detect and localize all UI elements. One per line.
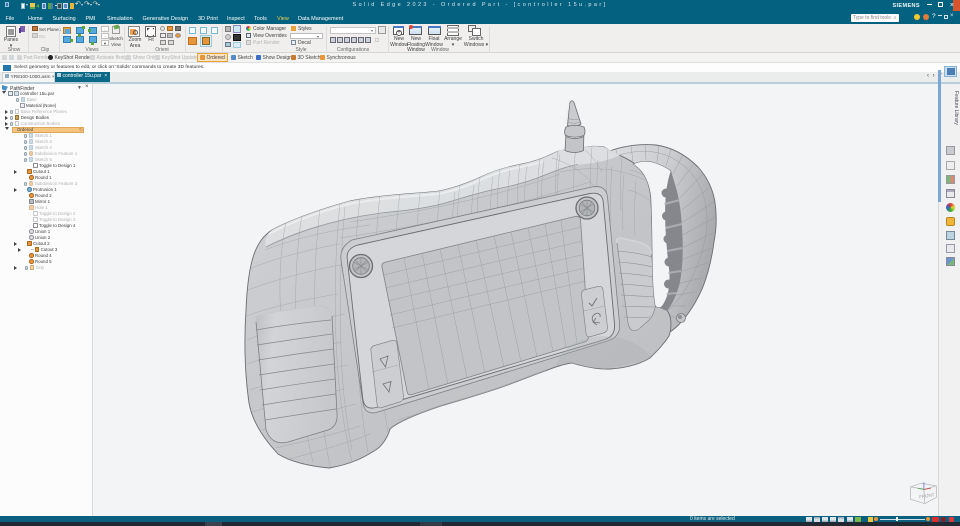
svg-text:FRONT: FRONT (919, 492, 935, 499)
